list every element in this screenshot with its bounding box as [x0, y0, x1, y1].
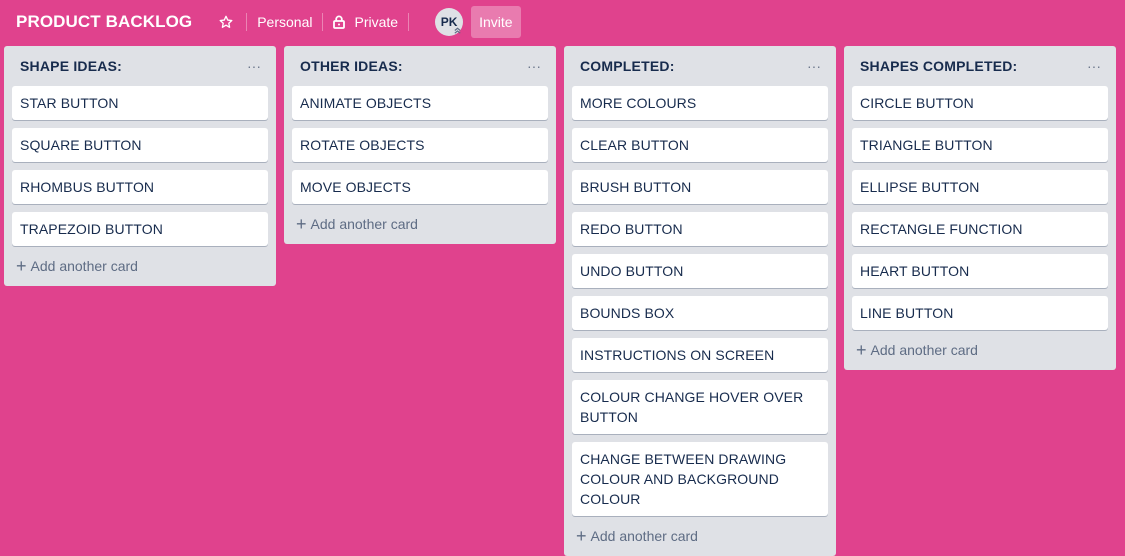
card[interactable]: SQUARE BUTTON	[12, 128, 268, 162]
team-label: Personal	[257, 14, 313, 30]
card[interactable]: RECTANGLE FUNCTION	[852, 212, 1108, 246]
card[interactable]: UNDO BUTTON	[572, 254, 828, 288]
card[interactable]: BOUNDS BOX	[572, 296, 828, 330]
more-icon[interactable]: ···	[1082, 56, 1106, 76]
list-header: SHAPE IDEAS: ···	[12, 46, 268, 86]
board-header: PRODUCT BACKLOG Personal Private PK Invi…	[0, 0, 1125, 44]
admin-chevron-icon	[452, 25, 462, 35]
card[interactable]: ANIMATE OBJECTS	[292, 86, 548, 120]
card[interactable]: HEART BUTTON	[852, 254, 1108, 288]
plus-icon: +	[296, 214, 307, 234]
list-shape-ideas: SHAPE IDEAS: ··· STAR BUTTON SQUARE BUTT…	[4, 46, 276, 286]
card[interactable]: MORE COLOURS	[572, 86, 828, 120]
header-divider	[246, 13, 248, 31]
card[interactable]: CIRCLE BUTTON	[852, 86, 1108, 120]
list-title[interactable]: SHAPES COMPLETED:	[860, 58, 1017, 74]
card[interactable]: REDO BUTTON	[572, 212, 828, 246]
board-title[interactable]: PRODUCT BACKLOG	[16, 12, 192, 32]
visibility-label: Private	[354, 14, 399, 30]
visibility-button[interactable]: Private	[333, 14, 398, 30]
list-header: SHAPES COMPLETED: ···	[852, 46, 1108, 86]
card-list: MORE COLOURS CLEAR BUTTON BRUSH BUTTON R…	[572, 86, 828, 516]
more-icon[interactable]: ···	[802, 56, 826, 76]
list-header: OTHER IDEAS: ···	[292, 46, 548, 86]
list-title[interactable]: OTHER IDEAS:	[300, 58, 403, 74]
list-other-ideas: OTHER IDEAS: ··· ANIMATE OBJECTS ROTATE …	[284, 46, 556, 244]
plus-icon: +	[856, 340, 867, 360]
card[interactable]: CHANGE BETWEEN DRAWING COLOUR AND BACKGR…	[572, 442, 828, 516]
avatar[interactable]: PK	[435, 8, 464, 36]
invite-button[interactable]: Invite	[471, 6, 521, 38]
star-icon[interactable]	[216, 12, 236, 32]
card-list: ANIMATE OBJECTS ROTATE OBJECTS MOVE OBJE…	[292, 86, 548, 204]
add-card-label: Add another card	[870, 342, 978, 358]
card[interactable]: RHOMBUS BUTTON	[12, 170, 268, 204]
add-card-label: Add another card	[310, 216, 418, 232]
card[interactable]: TRAPEZOID BUTTON	[12, 212, 268, 246]
card[interactable]: CLEAR BUTTON	[572, 128, 828, 162]
card[interactable]: LINE BUTTON	[852, 296, 1108, 330]
plus-icon: +	[576, 526, 587, 546]
list-completed: COMPLETED: ··· MORE COLOURS CLEAR BUTTON…	[564, 46, 836, 556]
header-divider	[322, 13, 324, 31]
card[interactable]: ROTATE OBJECTS	[292, 128, 548, 162]
add-card-button[interactable]: + Add another card	[12, 252, 268, 280]
card[interactable]: MOVE OBJECTS	[292, 170, 548, 204]
plus-icon: +	[16, 256, 27, 276]
list-header: COMPLETED: ···	[572, 46, 828, 86]
card[interactable]: COLOUR CHANGE HOVER OVER BUTTON	[572, 380, 828, 434]
card[interactable]: BRUSH BUTTON	[572, 170, 828, 204]
add-card-button[interactable]: + Add another card	[292, 210, 548, 238]
add-card-label: Add another card	[590, 528, 698, 544]
list-title[interactable]: SHAPE IDEAS:	[20, 58, 122, 74]
more-icon[interactable]: ···	[242, 56, 266, 76]
add-card-button[interactable]: + Add another card	[852, 336, 1108, 364]
card-list: STAR BUTTON SQUARE BUTTON RHOMBUS BUTTON…	[12, 86, 268, 246]
card[interactable]: TRIANGLE BUTTON	[852, 128, 1108, 162]
card[interactable]: ELLIPSE BUTTON	[852, 170, 1108, 204]
team-button[interactable]: Personal	[257, 14, 312, 30]
card[interactable]: STAR BUTTON	[12, 86, 268, 120]
card-list: CIRCLE BUTTON TRIANGLE BUTTON ELLIPSE BU…	[852, 86, 1108, 330]
more-icon[interactable]: ···	[522, 56, 546, 76]
add-card-label: Add another card	[30, 258, 138, 274]
header-divider	[408, 13, 410, 31]
lock-icon	[333, 15, 346, 29]
card[interactable]: INSTRUCTIONS ON SCREEN	[572, 338, 828, 372]
add-card-button[interactable]: + Add another card	[572, 522, 828, 550]
list-title[interactable]: COMPLETED:	[580, 58, 675, 74]
list-shapes-completed: SHAPES COMPLETED: ··· CIRCLE BUTTON TRIA…	[844, 46, 1116, 370]
